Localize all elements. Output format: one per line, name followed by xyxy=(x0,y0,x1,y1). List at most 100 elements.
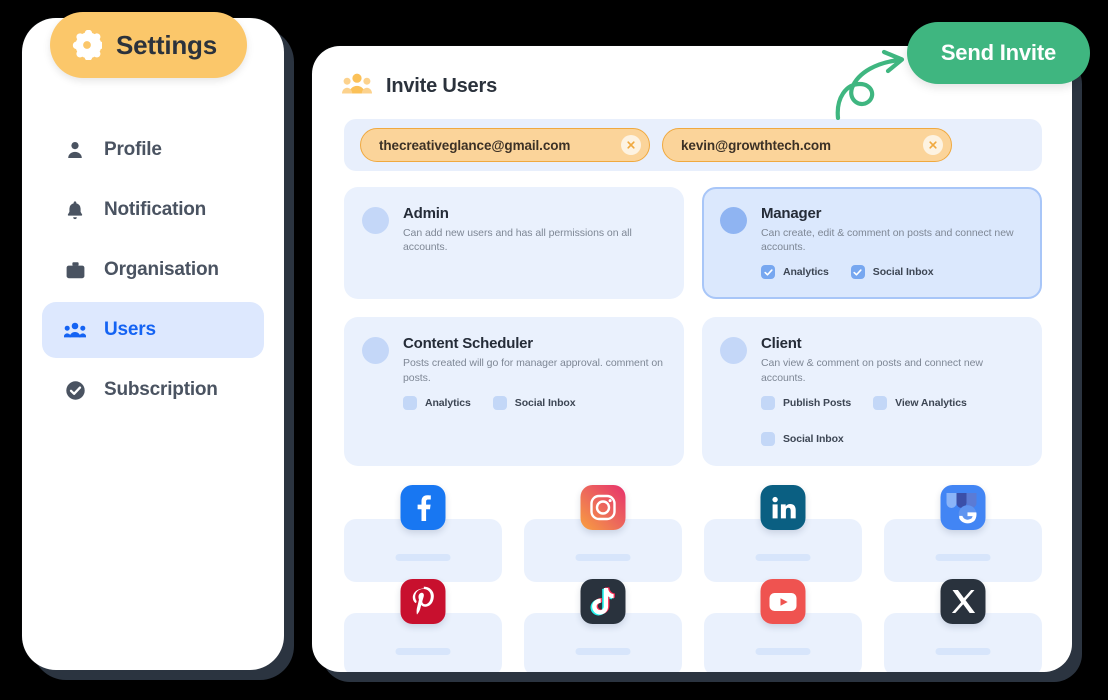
sidebar-item-label: Notification xyxy=(104,199,207,220)
permission-checkbox-analytics[interactable]: Analytics xyxy=(761,265,829,280)
role-permissions: Analytics Social Inbox xyxy=(403,395,664,410)
email-chip-label: kevin@growthtech.com xyxy=(681,137,831,153)
role-description: Can create, edit & comment on posts and … xyxy=(761,227,1014,254)
permission-checkbox-social-inbox[interactable]: Social Inbox xyxy=(850,265,934,280)
social-account-cell xyxy=(704,578,862,672)
sidebar-item-profile[interactable]: Profile xyxy=(42,122,264,178)
role-body: Manager Can create, edit & comment on pos… xyxy=(761,205,1022,280)
role-radio-indicator[interactable] xyxy=(362,337,389,365)
permission-label: Social Inbox xyxy=(872,266,934,279)
pinterest-icon[interactable] xyxy=(400,578,446,624)
tiktok-icon[interactable] xyxy=(580,578,626,624)
checkbox-icon xyxy=(761,431,775,446)
permission-checkbox-social-inbox[interactable]: Social Inbox xyxy=(761,431,844,446)
sidebar-nav: Profile Notification Organisation Users Subs… xyxy=(22,122,284,422)
sidebar-item-notification[interactable]: Notification xyxy=(42,182,264,238)
role-name: Manager xyxy=(761,205,822,222)
role-radio-indicator[interactable] xyxy=(720,207,747,234)
linkedin-icon[interactable] xyxy=(760,484,806,530)
person-icon xyxy=(64,139,86,161)
role-radio-indicator[interactable] xyxy=(720,337,747,365)
skeleton-placeholder-bar xyxy=(395,647,451,655)
skeleton-placeholder-bar xyxy=(935,553,991,561)
role-card-admin[interactable]: Admin Can add new users and has all permi… xyxy=(344,187,684,300)
social-account-cell xyxy=(344,484,502,582)
bell-icon xyxy=(64,199,86,221)
social-account-cell xyxy=(884,484,1042,582)
permission-label: Publish Posts xyxy=(783,396,852,409)
social-account-cell xyxy=(344,578,502,672)
sidebar-item-subscription[interactable]: Subscription xyxy=(42,362,264,418)
sidebar-item-label: Users xyxy=(104,319,156,340)
role-permissions: Analytics Social Inbox xyxy=(761,265,1022,280)
sidebar-item-label: Profile xyxy=(104,139,162,160)
role-card-manager[interactable]: Manager Can create, edit & comment on pos… xyxy=(702,187,1042,300)
permission-label: Analytics xyxy=(783,266,829,279)
email-chip[interactable]: kevin@growthtech.com xyxy=(662,128,952,162)
settings-title-pill[interactable]: Settings xyxy=(50,12,247,78)
app-screenshot: Profile Notification Organisation Users Subs… xyxy=(0,0,1108,700)
briefcase-icon xyxy=(64,259,86,281)
email-chip[interactable]: thecreativeglance@gmail.com xyxy=(360,128,650,162)
skeleton-placeholder-bar xyxy=(395,553,451,561)
email-chips-input[interactable]: thecreativeglance@gmail.com kevin@growtht… xyxy=(344,119,1042,171)
role-body: Content Scheduler Posts created will go f… xyxy=(403,335,664,445)
gear-icon xyxy=(72,30,102,60)
close-icon[interactable] xyxy=(621,135,641,155)
social-accounts-grid xyxy=(344,484,1042,672)
email-chip-label: thecreativeglance@gmail.com xyxy=(379,137,571,153)
social-account-cell xyxy=(524,578,682,672)
checkbox-icon xyxy=(873,395,888,410)
skeleton-placeholder-bar xyxy=(755,647,811,655)
sidebar-item-label: Organisation xyxy=(104,259,219,280)
skeleton-placeholder-bar xyxy=(575,553,631,561)
checkbox-icon xyxy=(761,395,775,410)
role-permissions: Publish Posts View Analytics Social Inbox xyxy=(761,395,1022,446)
permission-label: Analytics xyxy=(425,396,471,409)
social-account-cell xyxy=(704,484,862,582)
role-cards-grid: Admin Can add new users and has all permi… xyxy=(344,187,1042,466)
instagram-icon[interactable] xyxy=(580,484,626,530)
sidebar-item-label: Subscription xyxy=(104,379,218,400)
role-body: Admin Can add new users and has all permi… xyxy=(403,205,664,279)
facebook-icon[interactable] xyxy=(400,484,446,530)
x-twitter-icon[interactable] xyxy=(940,578,986,624)
role-name: Admin xyxy=(403,205,449,222)
users-icon xyxy=(64,319,86,341)
role-name: Client xyxy=(761,335,802,353)
role-card-content-scheduler[interactable]: Content Scheduler Posts created will go f… xyxy=(344,317,684,466)
role-body: Client Can view & comment on posts and co… xyxy=(761,335,1022,446)
skeleton-placeholder-bar xyxy=(575,647,631,655)
skeleton-placeholder-bar xyxy=(935,647,991,655)
permission-checkbox-view-analytics[interactable]: View Analytics xyxy=(873,395,967,410)
permission-label: Social Inbox xyxy=(783,432,844,445)
role-card-client[interactable]: Client Can view & comment on posts and co… xyxy=(702,317,1042,466)
role-description: Can add new users and has all permission… xyxy=(403,227,632,254)
google-business-icon[interactable] xyxy=(940,484,986,530)
permission-checkbox-publish-posts[interactable]: Publish Posts xyxy=(761,395,852,410)
sidebar-item-users[interactable]: Users xyxy=(42,302,264,358)
sidebar-item-organisation[interactable]: Organisation xyxy=(42,242,264,298)
checkbox-icon xyxy=(403,395,417,410)
settings-title-label: Settings xyxy=(116,29,217,60)
permission-label: Social Inbox xyxy=(514,396,576,409)
skeleton-placeholder-bar xyxy=(755,553,811,561)
role-name: Content Scheduler xyxy=(403,335,533,353)
send-invite-button[interactable]: Send Invite xyxy=(906,22,1090,84)
permission-checkbox-social-inbox[interactable]: Social Inbox xyxy=(492,395,576,410)
checkbox-icon xyxy=(492,395,507,410)
role-radio-indicator[interactable] xyxy=(362,207,389,234)
settings-sidebar-panel: Profile Notification Organisation Users Subs… xyxy=(22,18,284,670)
role-description: Posts created will go for manager approv… xyxy=(403,357,663,384)
checkbox-icon xyxy=(850,265,865,280)
close-icon[interactable] xyxy=(923,135,943,155)
youtube-icon[interactable] xyxy=(760,578,806,624)
role-description: Can view & comment on posts and connect … xyxy=(761,357,983,384)
page-title: Invite Users xyxy=(386,75,497,97)
invite-users-panel: Invite Users thecreativeglance@gmail.com… xyxy=(312,46,1072,672)
social-account-cell xyxy=(524,484,682,582)
permission-checkbox-analytics[interactable]: Analytics xyxy=(403,395,471,410)
checkbox-icon xyxy=(761,265,775,280)
social-account-cell xyxy=(884,578,1042,672)
check-circle-icon xyxy=(64,379,86,401)
